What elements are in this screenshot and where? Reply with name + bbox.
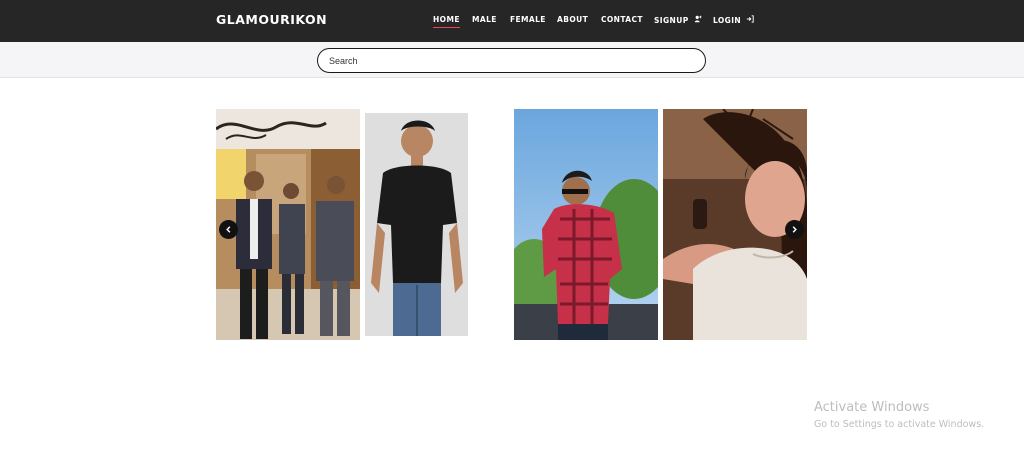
chevron-left-icon xyxy=(226,226,231,233)
photo-man-red-plaid-shirt[interactable] xyxy=(514,109,658,340)
windows-activation-watermark: Activate Windows Go to Settings to activ… xyxy=(814,400,984,430)
login-icon xyxy=(746,15,754,25)
watermark-title: Activate Windows xyxy=(814,400,930,415)
nav-about-label: ABOUT xyxy=(557,15,589,24)
nav-female[interactable]: FEMALE xyxy=(510,15,546,24)
nav-home[interactable]: HOME xyxy=(433,15,460,28)
chevron-right-icon xyxy=(792,226,797,233)
nav-male[interactable]: MALE xyxy=(472,15,497,24)
carousel-next-button[interactable] xyxy=(785,220,804,239)
nav-home-label: HOME xyxy=(433,15,460,24)
search-bar-region xyxy=(0,42,1024,78)
photo-carousel xyxy=(216,109,807,341)
user-plus-icon xyxy=(694,15,702,25)
top-navbar: GLAMOURIKON HOME MALE FEMALE ABOUT CONTA… xyxy=(0,0,1024,42)
carousel-prev-button[interactable] xyxy=(219,220,238,239)
photo-man-black-tshirt[interactable] xyxy=(365,113,468,336)
search-input[interactable] xyxy=(317,48,706,73)
photo-group-of-three-men[interactable] xyxy=(216,109,360,340)
nav-login-label: LOGIN xyxy=(713,16,742,25)
nav-contact[interactable]: CONTACT xyxy=(601,15,643,24)
nav-signup[interactable]: SIGNUP xyxy=(654,15,702,25)
brand-logo[interactable]: GLAMOURIKON xyxy=(216,12,327,27)
nav-male-label: MALE xyxy=(472,15,497,24)
watermark-subtitle: Go to Settings to activate Windows. xyxy=(814,419,985,430)
nav-contact-label: CONTACT xyxy=(601,15,643,24)
nav-about[interactable]: ABOUT xyxy=(557,15,588,24)
nav-signup-label: SIGNUP xyxy=(654,16,689,25)
nav-female-label: FEMALE xyxy=(510,15,546,24)
nav-login[interactable]: LOGIN xyxy=(713,15,754,25)
